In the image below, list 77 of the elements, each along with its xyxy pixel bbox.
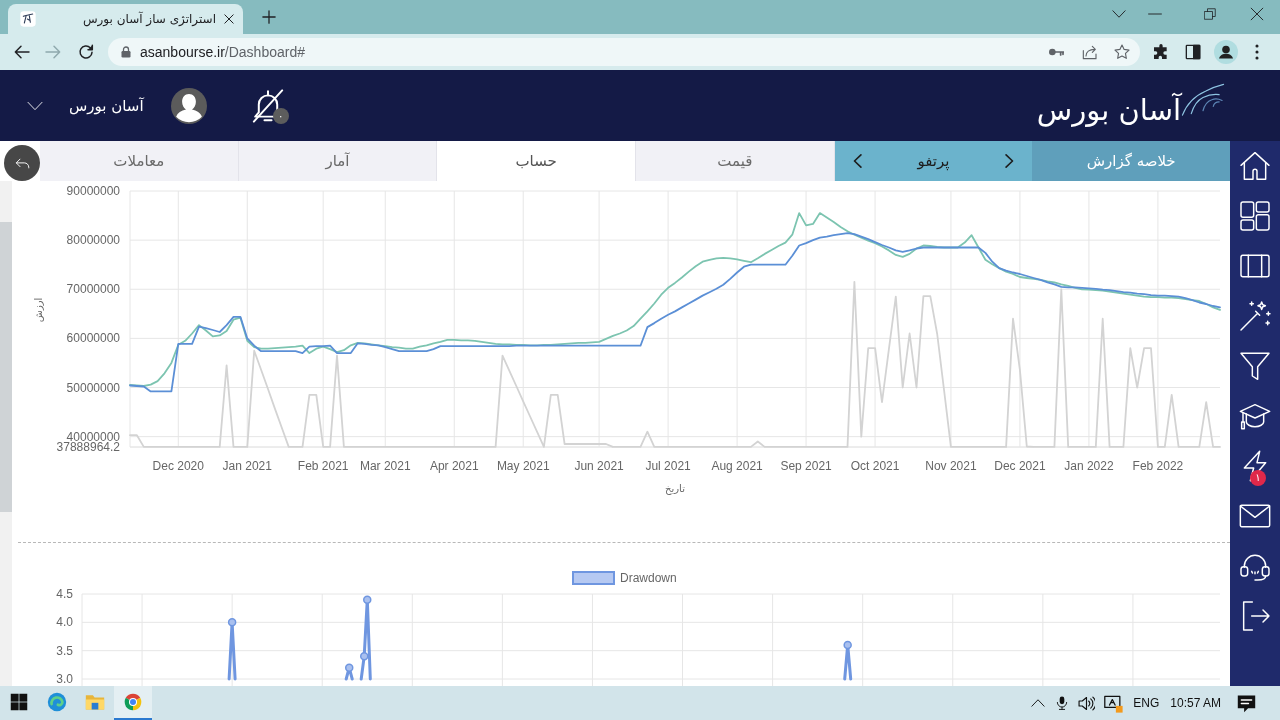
axis-tick-label: Jun 2021: [574, 459, 624, 473]
share-icon[interactable]: [1082, 44, 1098, 60]
axis-tick-label: Feb 2021: [297, 459, 349, 473]
data-point: [227, 618, 237, 627]
plus-icon[interactable]: [262, 10, 276, 24]
url-text: asanbourse.ir/Dashboard#: [140, 44, 306, 60]
data-point: [363, 595, 372, 604]
browser-tab[interactable]: استراتژی ساز آسان بورس: [8, 4, 243, 34]
clock[interactable]: 10:57 AM: [1170, 696, 1221, 710]
axis-tick-label: Feb 2022: [1132, 459, 1184, 473]
microphone-icon[interactable]: [1055, 696, 1070, 710]
axis-tick-label: 90000000: [66, 184, 120, 198]
tab[interactable]: قیمت: [636, 141, 835, 181]
language-indicator[interactable]: ENG: [1133, 696, 1160, 710]
axis-tick-label: Nov 2021: [925, 459, 977, 473]
tiles-icon[interactable]: [1239, 200, 1271, 232]
back-button[interactable]: [4, 145, 40, 181]
speaker-icon[interactable]: [1078, 694, 1096, 712]
legend-label: Drawdown: [620, 571, 677, 585]
logo-icon: [20, 11, 36, 27]
data-point: [345, 663, 354, 672]
tab-title: استراتژی ساز آسان بورس: [81, 12, 216, 26]
axis-tick-label: Dec 2021: [994, 459, 1046, 473]
data-point: [360, 652, 369, 661]
axis-tick-label: 60000000: [66, 331, 120, 346]
notification-badge: ۰: [272, 107, 289, 124]
user-name[interactable]: آسان بورس: [69, 96, 144, 115]
axis-tick-label: Oct 2021: [850, 459, 900, 473]
side-panel-icon[interactable]: [1185, 44, 1201, 60]
axis-tick-label: Aug 2021: [711, 459, 763, 473]
swirl-circle-icon: [47, 692, 67, 712]
puzzle-icon[interactable]: [1153, 44, 1169, 60]
axis-tick-label: Dec 2020: [152, 459, 204, 473]
axis-tick-label: 70000000: [66, 282, 120, 297]
star-icon[interactable]: [1114, 44, 1130, 60]
tab[interactable]: پرتفو: [834, 141, 1033, 181]
axis-tick-label: 3.0: [56, 672, 73, 686]
address-bar[interactable]: asanbourse.ir/Dashboard#: [108, 38, 1140, 66]
axis-tick-label: Jul 2021: [645, 459, 691, 473]
chevron-up-icon[interactable]: [1031, 696, 1046, 710]
lock-icon: [120, 46, 132, 58]
avatar-icon[interactable]: [170, 87, 207, 124]
filter-icon[interactable]: [1239, 350, 1271, 382]
axis-tick-label: Jan 2021: [222, 459, 272, 473]
legend-swatch-icon: [572, 571, 615, 585]
axis-title: تاریخ: [665, 483, 685, 494]
axis-tick-label: Jan 2022: [1064, 459, 1114, 473]
reload-icon[interactable]: [78, 44, 94, 60]
axis-tick-label: Mar 2021: [359, 459, 411, 473]
axis-tick-label: Sep 2021: [780, 459, 832, 473]
back-arrow-icon[interactable]: [14, 44, 30, 60]
axis-tick-label: 4.0: [56, 615, 73, 630]
axis-tick-label: 50000000: [66, 380, 120, 395]
axis-tick-label: 4.5: [56, 587, 73, 601]
axis-tick-label: Apr 2021: [429, 459, 479, 473]
axis-tick-label: 37888964.2: [56, 440, 120, 454]
notification-icon[interactable]: [1237, 693, 1256, 713]
magic-wand-icon[interactable]: [1239, 300, 1271, 332]
close-icon[interactable]: [1250, 7, 1264, 21]
logo: آسان بورس: [1036, 94, 1181, 127]
bell-off-icon[interactable]: [250, 88, 285, 123]
restore-icon[interactable]: [1204, 8, 1216, 20]
profile-icon[interactable]: [1214, 40, 1238, 64]
window-panes-icon: [10, 693, 28, 711]
notification-badge: ۱: [1250, 470, 1266, 486]
axis-tick-label: 3.5: [56, 643, 73, 658]
axis-tick-label: May 2021: [496, 459, 550, 473]
axis-title: ارزش: [33, 297, 44, 323]
ring-circle-icon: [123, 692, 143, 712]
data-point: [843, 640, 852, 650]
axis-tick-label: 80000000: [66, 233, 120, 248]
monitor-icon[interactable]: [1104, 693, 1124, 713]
scrollbar-thumb[interactable]: [0, 222, 12, 512]
home-icon[interactable]: [1239, 150, 1271, 182]
folder-icon: [85, 692, 105, 712]
close-icon[interactable]: [224, 14, 234, 24]
chevron-down-icon[interactable]: [1112, 7, 1126, 21]
